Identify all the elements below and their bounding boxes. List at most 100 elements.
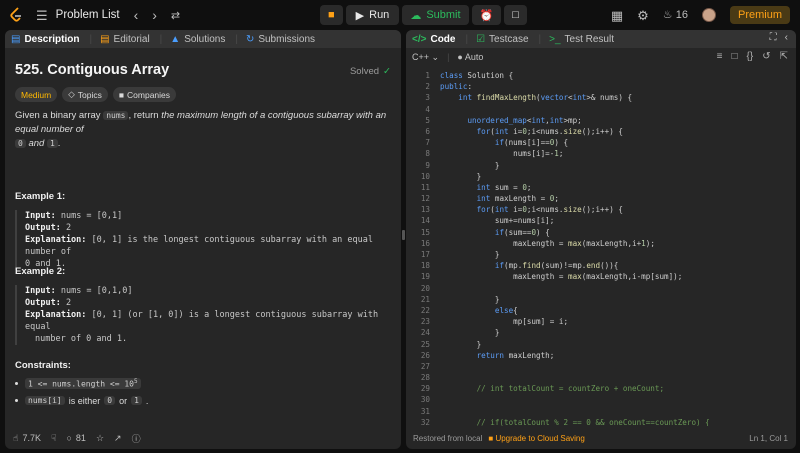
problem-title[interactable]: 525. Contiguous Array xyxy=(15,62,169,78)
code-line[interactable]: 5 unordered_map<int,int>mp; xyxy=(406,115,796,126)
line-number: 17 xyxy=(420,250,430,259)
line-number: 31 xyxy=(420,406,430,416)
code-line[interactable]: 9 } xyxy=(406,160,796,171)
lock-icon: ● xyxy=(457,52,463,62)
line-number: 16 xyxy=(420,238,430,248)
topics-tag[interactable]: ◇ Topics xyxy=(62,87,108,102)
submit-button[interactable]: ☁ Submit xyxy=(402,5,469,25)
code-text: // int totalCount = countZero + oneCount… xyxy=(440,384,665,394)
bookmark-icon[interactable]: □ xyxy=(731,51,737,62)
language-select[interactable]: C++ ⌄ xyxy=(412,52,439,63)
premium-button[interactable]: Premium xyxy=(729,6,790,24)
code-line[interactable]: 3 int findMaxLength(vector<int>& nums) { xyxy=(406,92,796,103)
question-icon: ⓘ xyxy=(131,433,141,444)
avatar[interactable] xyxy=(701,8,716,22)
timer-button[interactable]: ⏰ xyxy=(471,5,502,25)
code-line[interactable]: 27 xyxy=(406,361,796,372)
tab-editorial[interactable]: ▤ Editorial xyxy=(100,34,150,45)
tab-description[interactable]: ▤ Description xyxy=(11,34,79,45)
like-button[interactable]: ☝ 7.7K xyxy=(13,433,41,444)
code-line[interactable]: 1 class Solution { xyxy=(406,70,796,81)
code-text: } xyxy=(440,160,500,170)
code-line[interactable]: 2 public: xyxy=(406,81,796,92)
tab-testcase[interactable]: ☑ Testcase xyxy=(476,34,528,45)
code-line[interactable]: 12 int maxLength = 0; xyxy=(406,193,796,204)
code-line[interactable]: 26 return maxLength; xyxy=(406,350,796,361)
companies-tag[interactable]: ■ Companies xyxy=(112,87,177,102)
debug-button[interactable]: ■ xyxy=(320,5,343,25)
code-line[interactable]: 17 } xyxy=(406,249,796,260)
comments-button[interactable]: ○ 81 xyxy=(66,433,85,443)
code-line[interactable]: 21 } xyxy=(406,294,796,305)
code-line[interactable]: 23 mp[sum] = i; xyxy=(406,316,796,327)
tab-code[interactable]: </> Code xyxy=(412,34,455,45)
code-line[interactable]: 4 xyxy=(406,104,796,115)
shuffle-icon[interactable]: ⇄ xyxy=(171,9,180,22)
code-line[interactable]: 25 } xyxy=(406,339,796,350)
code-line[interactable]: 6 for(int i=0;i<nums.size();i++) { xyxy=(406,126,796,137)
code-line[interactable]: 18 if(mp.find(sum)!=mp.end()){ xyxy=(406,260,796,271)
line-number: 27 xyxy=(420,361,430,371)
tab-submissions[interactable]: ↻ Submissions xyxy=(246,34,315,45)
tab-test-result[interactable]: >_ Test Result xyxy=(549,34,614,45)
next-problem-icon[interactable]: › xyxy=(152,7,157,23)
code-line[interactable]: 32 // if(totalCount % 2 == 0 && oneCount… xyxy=(406,417,796,426)
code-line[interactable]: 8 nums[i]=-1; xyxy=(406,148,796,159)
code-line[interactable]: 31 xyxy=(406,406,796,417)
run-submit-group: ■ ▶ Run ☁ Submit ⏰ □ xyxy=(320,5,527,25)
cursor-position: Ln 1, Col 1 xyxy=(749,433,788,443)
code-text: maxLength = max(maxLength,i+1); xyxy=(440,238,655,248)
code-line[interactable]: 24 } xyxy=(406,327,796,338)
code-line[interactable]: 20 xyxy=(406,283,796,294)
layout-grid-icon[interactable]: ▦ xyxy=(611,9,623,22)
notes-button[interactable]: □ xyxy=(504,5,527,25)
difficulty-badge: Medium xyxy=(15,87,58,102)
reset-icon[interactable]: ↺ xyxy=(762,51,770,62)
expand-icon[interactable]: ⇱ xyxy=(780,51,788,62)
favorite-button[interactable]: ☆ xyxy=(96,433,104,444)
prev-problem-icon[interactable]: ‹ xyxy=(134,7,139,23)
constraint-item: nums[i] is either 0 or 1. xyxy=(15,396,148,406)
line-number: 18 xyxy=(420,261,430,271)
upgrade-link[interactable]: ■ Upgrade to Cloud Saving xyxy=(488,434,584,443)
line-number: 29 xyxy=(420,384,430,394)
code-line[interactable]: 16 maxLength = max(maxLength,i+1); xyxy=(406,238,796,249)
help-button[interactable]: ⓘ xyxy=(132,432,141,445)
code-line[interactable]: 7 if(nums[i]==0) { xyxy=(406,137,796,148)
top-bar: ☰ Problem List ‹ › ⇄ ■ ▶ Run ☁ Submit ⏰ □ … xyxy=(0,0,800,30)
code-line[interactable]: 15 if(sum==0) { xyxy=(406,227,796,238)
code-line[interactable]: 19 maxLength = max(maxLength,i-mp[sum]); xyxy=(406,271,796,282)
format-icon[interactable]: ≡ xyxy=(717,51,723,62)
leetcode-logo[interactable] xyxy=(8,7,24,23)
maximize-icon[interactable]: ⛶ xyxy=(770,32,777,43)
gear-icon[interactable]: ⚙ xyxy=(637,9,649,22)
left-tab-bar: ▤ Description | ▤ Editorial | ▲ Solutions |… xyxy=(5,30,401,48)
tab-solutions[interactable]: ▲ Solutions xyxy=(170,34,225,45)
bug-icon: ■ xyxy=(328,9,335,21)
line-number: 32 xyxy=(420,417,430,426)
code-text: if(sum==0) { xyxy=(494,227,550,237)
panel-resize-handle[interactable] xyxy=(402,230,405,240)
panel-controls: ⛶ ‹ xyxy=(770,32,788,43)
line-number: 9 xyxy=(425,160,430,170)
code-line[interactable]: 13 for(int i=0;i<nums.size();i++) { xyxy=(406,204,796,215)
code-line[interactable]: 30 xyxy=(406,394,796,405)
dislike-button[interactable]: ☟ xyxy=(51,433,56,444)
code-line[interactable]: 28 xyxy=(406,372,796,383)
code-line[interactable]: 29 // int totalCount = countZero + oneCo… xyxy=(406,383,796,394)
solved-status: Solved ✓ xyxy=(349,66,391,77)
auto-mode-toggle[interactable]: ● Auto xyxy=(457,52,483,62)
code-editor[interactable]: 1 class Solution {2 public: 3 int findMaxLe… xyxy=(406,70,796,426)
run-button[interactable]: ▶ Run xyxy=(345,5,400,25)
problem-list-link[interactable]: Problem List xyxy=(56,9,120,21)
code-text: for(int i=0;i<nums.size();i++) { xyxy=(476,205,623,215)
code-line[interactable]: 10 } xyxy=(406,171,796,182)
collapse-icon[interactable]: ‹ xyxy=(785,32,788,43)
streak-counter[interactable]: ♨ 16 xyxy=(663,9,688,21)
share-button[interactable]: ↗ xyxy=(114,433,122,444)
problem-list-icon[interactable]: ☰ xyxy=(36,9,48,22)
code-line[interactable]: 11 int sum = 0; xyxy=(406,182,796,193)
code-line[interactable]: 22 else{ xyxy=(406,305,796,316)
code-line[interactable]: 14 sum+=nums[i]; xyxy=(406,215,796,226)
braces-icon[interactable]: {} xyxy=(747,51,754,62)
